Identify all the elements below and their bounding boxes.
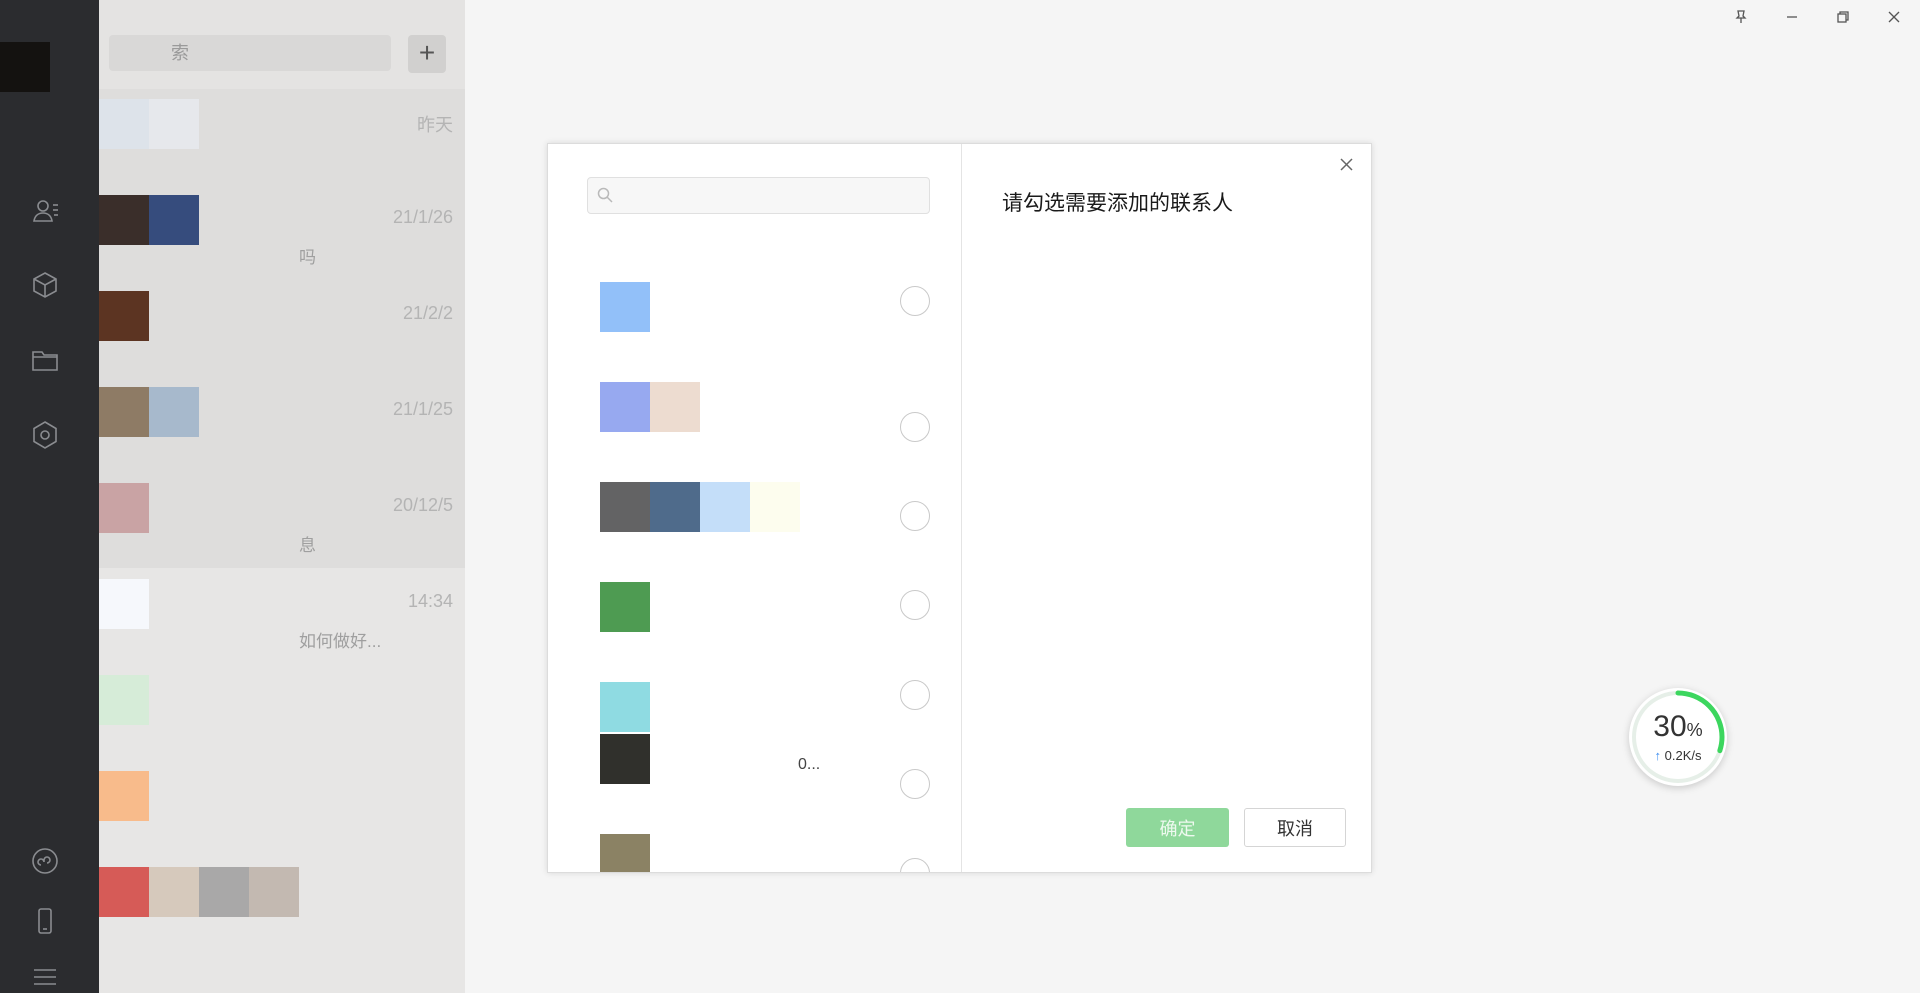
chat-list-item[interactable]: 21/1/25	[99, 377, 465, 473]
chat-preview: 如何做好...	[299, 632, 382, 651]
dialog-close-button[interactable]	[1334, 152, 1358, 176]
chat-list-item[interactable]: 14:34 如何做好...	[99, 569, 465, 665]
settings-hex-icon[interactable]	[30, 420, 60, 450]
mini-program-icon[interactable]	[30, 846, 60, 876]
restore-icon[interactable]	[1826, 4, 1860, 30]
selected-contacts-panel: 请勾选需要添加的联系人 确定 取消	[962, 144, 1372, 872]
contact-select-radio[interactable]	[900, 412, 930, 442]
pin-icon[interactable]	[1724, 4, 1758, 30]
chat-list-item[interactable]: 昨天	[99, 89, 465, 185]
chat-preview: 吗	[299, 248, 316, 267]
contact-avatar	[600, 682, 650, 732]
chat-avatar	[149, 195, 199, 245]
avatar[interactable]	[0, 42, 50, 92]
contact-avatar	[600, 734, 650, 784]
chat-time: 21/2/2	[402, 303, 453, 323]
phone-icon[interactable]	[30, 906, 60, 936]
search-input[interactable]: 索	[109, 35, 391, 71]
contact-avatar	[600, 582, 650, 632]
chat-avatar	[99, 195, 149, 245]
add-button[interactable]: +	[408, 35, 446, 73]
chat-avatar	[99, 291, 149, 341]
contact-avatar	[650, 482, 700, 532]
contact-search-input[interactable]	[587, 177, 930, 214]
chat-avatar	[99, 99, 149, 149]
contact-avatar	[700, 482, 750, 532]
chat-avatar	[99, 579, 149, 629]
contact-select-radio[interactable]	[900, 769, 930, 799]
chat-list-item[interactable]: 20/12/5 息	[99, 473, 465, 569]
chat-avatar	[149, 867, 199, 917]
chat-avatar	[99, 771, 149, 821]
chat-preview: 息	[299, 536, 316, 555]
upload-arrow-icon: ↑	[1654, 748, 1662, 763]
chat-list-item[interactable]	[99, 761, 465, 857]
chat-list: 索 + 昨天 21/1/26 吗 21/2/2 21/1/25 20/12/5 息 14:34…	[99, 0, 465, 993]
chat-time: 14:34	[407, 591, 453, 611]
contact-row[interactable]	[548, 834, 961, 872]
contact-avatar	[650, 382, 700, 432]
chat-time: 20/12/5	[392, 495, 453, 515]
chat-avatar	[99, 387, 149, 437]
contact-select-radio[interactable]	[900, 680, 930, 710]
chat-list-item[interactable]	[99, 857, 465, 953]
contacts-icon[interactable]	[30, 196, 60, 226]
sidebar	[0, 0, 99, 993]
chat-list-item[interactable]	[99, 665, 465, 761]
cube-icon[interactable]	[30, 270, 60, 300]
add-contacts-dialog: 0... 请勾选需要添加的联系人 确定 取消	[547, 143, 1372, 873]
contact-picker: 0...	[548, 144, 962, 872]
close-icon[interactable]	[1877, 4, 1911, 30]
contact-select-radio[interactable]	[900, 286, 930, 316]
chat-time: 21/1/26	[392, 207, 453, 227]
chat-avatar	[149, 387, 199, 437]
dialog-title: 请勾选需要添加的联系人	[1002, 192, 1233, 215]
chat-avatar	[99, 483, 149, 533]
chat-avatar	[149, 99, 199, 149]
network-speed-widget[interactable]: 30% ↑ 0.2K/s	[1629, 688, 1727, 786]
close-icon	[1339, 157, 1353, 171]
contact-row[interactable]	[548, 482, 961, 572]
contact-row[interactable]	[548, 582, 961, 672]
minimize-icon[interactable]	[1775, 4, 1809, 30]
upload-speed: ↑ 0.2K/s	[1654, 748, 1702, 763]
contact-avatar	[750, 482, 800, 532]
contact-avatar	[600, 482, 650, 532]
contact-name: 0...	[798, 756, 821, 773]
chat-avatar	[99, 675, 149, 725]
folder-icon[interactable]	[30, 345, 60, 375]
contact-avatar	[600, 834, 650, 872]
chat-list-item[interactable]: 21/1/26 吗	[99, 185, 465, 281]
search-icon	[596, 186, 614, 204]
contact-select-radio[interactable]	[900, 501, 930, 531]
chat-time: 昨天	[417, 115, 453, 135]
chat-avatar	[99, 867, 149, 917]
usage-percent: 30%	[1653, 710, 1703, 743]
cancel-button[interactable]: 取消	[1244, 808, 1346, 847]
contact-avatar	[600, 382, 650, 432]
chat-avatar	[249, 867, 299, 917]
contact-select-radio[interactable]	[900, 590, 930, 620]
menu-icon[interactable]	[30, 962, 60, 992]
confirm-button[interactable]: 确定	[1126, 808, 1229, 847]
chat-avatar	[199, 867, 249, 917]
chat-time: 21/1/25	[392, 399, 453, 419]
search-area: 索 +	[99, 0, 465, 89]
contact-avatar	[600, 282, 650, 332]
chat-list-item[interactable]: 21/2/2	[99, 281, 465, 377]
